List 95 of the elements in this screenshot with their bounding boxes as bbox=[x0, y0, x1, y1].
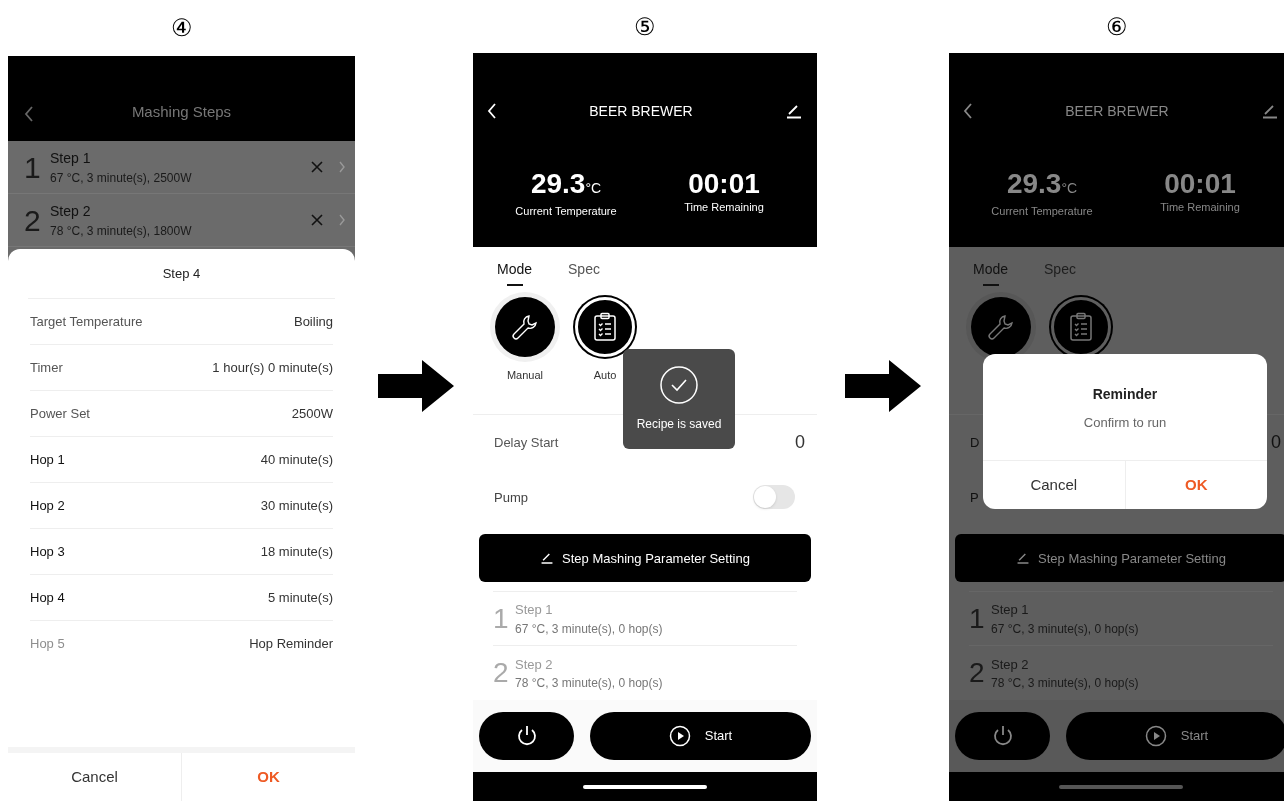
pump-label: P bbox=[970, 488, 979, 507]
screen-title: Mashing Steps bbox=[130, 101, 233, 122]
row-label: Timer bbox=[30, 358, 63, 377]
setting-row[interactable]: Hop 3 18 minute(s) bbox=[30, 529, 333, 575]
row-value: 2500W bbox=[291, 404, 333, 423]
step-number: 1 bbox=[493, 601, 510, 636]
step-row[interactable]: 2 Step 2 78 °C, 3 minute(s), 1800W bbox=[8, 194, 355, 247]
step-detail: 67 °C, 3 minute(s), 2500W bbox=[50, 169, 193, 187]
setting-row[interactable]: Power Set 2500W bbox=[30, 391, 333, 437]
step-row[interactable]: 1 Step 1 67 °C, 3 minute(s), 2500W bbox=[8, 141, 355, 194]
temperature-label: Current Temperature bbox=[515, 204, 617, 219]
cancel-button[interactable]: Cancel bbox=[983, 461, 1125, 509]
setting-row[interactable]: Target Temperature Boiling bbox=[30, 299, 333, 345]
play-icon bbox=[668, 725, 691, 748]
step-number-label: ⑤ bbox=[634, 11, 656, 42]
screen-title: BEER BREWER bbox=[588, 101, 694, 121]
back-icon[interactable] bbox=[963, 102, 973, 120]
play-icon bbox=[1144, 725, 1167, 748]
step-row[interactable]: 1 Step 1 67 °C, 3 minute(s), 0 hop(s) bbox=[493, 592, 797, 647]
time-label: Time Remaining bbox=[684, 200, 764, 215]
setting-row[interactable]: Hop 2 30 minute(s) bbox=[30, 483, 333, 529]
clipboard-icon bbox=[592, 312, 618, 343]
step-name: Step 2 bbox=[991, 655, 1030, 674]
step-number: 2 bbox=[969, 656, 986, 691]
delay-start-label: D bbox=[970, 433, 980, 452]
start-button[interactable]: Start bbox=[1066, 712, 1284, 761]
arrow-icon bbox=[845, 360, 921, 412]
step-number-label: ④ bbox=[170, 13, 193, 43]
delete-icon[interactable] bbox=[311, 214, 323, 226]
clipboard-icon bbox=[1068, 312, 1094, 343]
step-detail: 67 °C, 3 minute(s), 0 hop(s) bbox=[515, 620, 663, 638]
step-number: 2 bbox=[493, 656, 510, 691]
row-label: Power Set bbox=[30, 404, 90, 423]
row-value: 40 minute(s) bbox=[260, 450, 333, 469]
setting-row[interactable]: Hop 4 5 minute(s) bbox=[30, 575, 333, 621]
mode-label: Manual bbox=[506, 368, 544, 384]
power-button[interactable] bbox=[479, 712, 574, 761]
row-value: 5 minute(s) bbox=[267, 588, 333, 607]
setting-row[interactable]: Timer 1 hour(s) 0 minute(s) bbox=[30, 345, 333, 391]
cancel-button[interactable]: Cancel bbox=[8, 753, 181, 801]
mode-label: Auto bbox=[593, 368, 617, 384]
row-label: Hop 5 bbox=[30, 635, 65, 654]
row-label: Target Temperature bbox=[30, 312, 143, 331]
step-row[interactable]: 2 Step 2 78 °C, 3 minute(s), 0 hop(s) bbox=[493, 646, 797, 701]
dialog-message: Confirm to run bbox=[1082, 414, 1168, 432]
step-name: Step 2 bbox=[50, 201, 92, 221]
row-value: Boiling bbox=[293, 312, 333, 331]
start-button[interactable]: Start bbox=[590, 712, 811, 761]
temperature-label: Current Temperature bbox=[991, 204, 1093, 219]
step-detail: 78 °C, 3 minute(s), 1800W bbox=[50, 222, 193, 240]
step-detail: 78 °C, 3 minute(s), 0 hop(s) bbox=[991, 675, 1139, 693]
step-detail: 78 °C, 3 minute(s), 0 hop(s) bbox=[515, 675, 663, 693]
time-reading: 00:01 bbox=[688, 169, 760, 199]
edit-icon[interactable] bbox=[1261, 103, 1279, 119]
row-label: Hop 2 bbox=[30, 496, 65, 515]
check-icon bbox=[659, 365, 699, 405]
step-name: Step 1 bbox=[50, 148, 92, 168]
pump-label: Pump bbox=[494, 488, 528, 507]
row-value: 1 hour(s) 0 minute(s) bbox=[212, 358, 333, 377]
step-name: Step 2 bbox=[515, 655, 554, 674]
delay-start-value: 0 bbox=[795, 431, 805, 455]
step-number: 1 bbox=[969, 601, 986, 636]
setting-row[interactable]: Hop 1 40 minute(s) bbox=[30, 437, 333, 483]
delete-icon[interactable] bbox=[311, 161, 323, 173]
step-number: 1 bbox=[24, 149, 42, 186]
step-detail: 67 °C, 3 minute(s), 0 hop(s) bbox=[991, 620, 1139, 638]
row-label: Hop 3 bbox=[30, 542, 65, 561]
row-label: Hop 1 bbox=[30, 450, 65, 469]
tab[interactable]: Mode bbox=[497, 259, 533, 290]
dialog-title: Reminder bbox=[1091, 385, 1159, 404]
row-label: Hop 4 bbox=[30, 588, 65, 607]
delay-start-value: 0 bbox=[1271, 431, 1281, 455]
step-number: 2 bbox=[24, 202, 42, 239]
sheet-title: Step 4 bbox=[28, 249, 335, 299]
edit-icon[interactable] bbox=[785, 103, 803, 119]
step-number-label: ⑥ bbox=[1105, 11, 1128, 42]
screen-title: BEER BREWER bbox=[1064, 101, 1170, 121]
row-value: 18 minute(s) bbox=[260, 542, 333, 561]
tab[interactable]: Spec bbox=[568, 259, 600, 290]
row-value: 30 minute(s) bbox=[260, 496, 333, 515]
time-label: Time Remaining bbox=[1160, 200, 1240, 215]
pump-toggle[interactable] bbox=[753, 485, 795, 510]
wrench-icon bbox=[986, 312, 1016, 343]
step-name: Step 1 bbox=[991, 601, 1030, 620]
temperature-reading: 29.3°C bbox=[1006, 169, 1078, 201]
row-value: Hop Reminder bbox=[249, 635, 333, 654]
temperature-reading: 29.3°C bbox=[530, 169, 602, 201]
step-name: Step 1 bbox=[515, 601, 554, 620]
parameter-setting-button[interactable]: Step Mashing Parameter Setting bbox=[955, 534, 1284, 583]
wrench-icon bbox=[510, 312, 540, 343]
toast-message: Recipe is saved bbox=[636, 416, 722, 433]
arrow-icon bbox=[377, 360, 454, 412]
delay-start-label: Delay Start bbox=[494, 433, 559, 452]
parameter-setting-button[interactable]: Step Mashing Parameter Setting bbox=[479, 534, 811, 583]
time-reading: 00:01 bbox=[1164, 169, 1236, 199]
